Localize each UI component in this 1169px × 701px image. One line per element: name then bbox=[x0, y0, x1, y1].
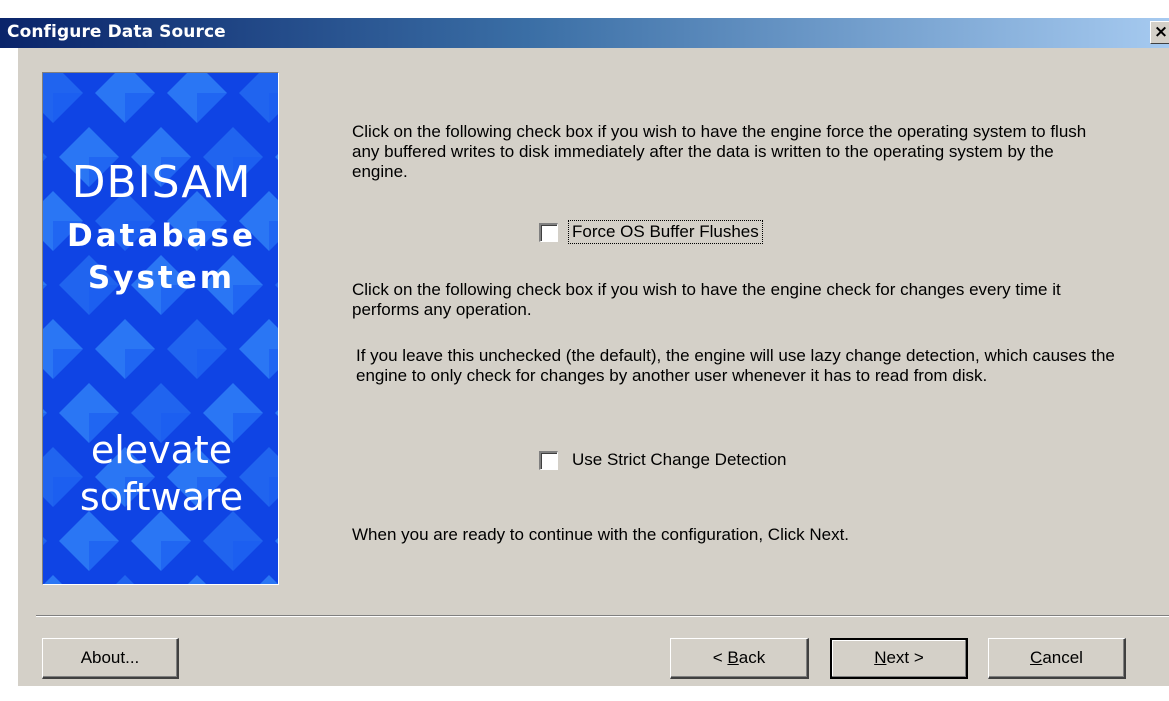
separator-line bbox=[36, 615, 1169, 617]
about-button[interactable]: About... bbox=[42, 638, 179, 679]
window-title: Configure Data Source bbox=[7, 22, 226, 42]
strict-description: Click on the following check box if you … bbox=[352, 280, 1061, 319]
next-button-mnemonic: N bbox=[874, 648, 887, 667]
next-button-label: ext > bbox=[886, 648, 924, 667]
cancel-button-label: ancel bbox=[1042, 648, 1083, 667]
force-os-buffer-flushes-row[interactable]: Force OS Buffer Flushes bbox=[539, 220, 763, 244]
banner-text-software: software bbox=[79, 475, 244, 519]
strict-change-detection-label[interactable]: Use Strict Change Detection bbox=[572, 450, 787, 470]
banner-text-system: System bbox=[87, 260, 236, 296]
flush-description: Click on the following check box if you … bbox=[352, 122, 1087, 181]
banner-text-dbisam: DBISAM bbox=[71, 157, 252, 208]
lazy-detection-description: If you leave this unchecked (the default… bbox=[356, 346, 1115, 385]
close-icon: × bbox=[1153, 22, 1169, 42]
next-instruction: When you are ready to continue with the … bbox=[352, 525, 850, 544]
back-button-prefix: < bbox=[712, 648, 728, 667]
next-button[interactable]: Next > bbox=[830, 638, 968, 679]
close-button[interactable]: × bbox=[1150, 21, 1169, 44]
strict-change-detection-checkbox[interactable] bbox=[539, 450, 558, 470]
dialog-body: DBISAM Database System elevate software … bbox=[18, 48, 1169, 686]
force-os-buffer-flushes-label[interactable]: Force OS Buffer Flushes bbox=[568, 220, 763, 244]
cancel-button-mnemonic: C bbox=[1030, 648, 1043, 667]
title-bar: Configure Data Source × bbox=[0, 18, 1169, 48]
cancel-button[interactable]: Cancel bbox=[988, 638, 1126, 679]
banner-text-database: Database bbox=[67, 218, 256, 254]
dbisam-banner-image: DBISAM Database System elevate software bbox=[42, 72, 279, 585]
force-os-buffer-flushes-checkbox[interactable] bbox=[539, 222, 558, 242]
strict-change-detection-row[interactable]: Use Strict Change Detection bbox=[539, 450, 787, 470]
back-button-mnemonic: B bbox=[727, 648, 739, 667]
banner-text-elevate: elevate bbox=[90, 428, 233, 472]
back-button[interactable]: < Back bbox=[670, 638, 809, 679]
back-button-label: ack bbox=[738, 648, 766, 667]
about-button-label: About... bbox=[80, 648, 140, 667]
